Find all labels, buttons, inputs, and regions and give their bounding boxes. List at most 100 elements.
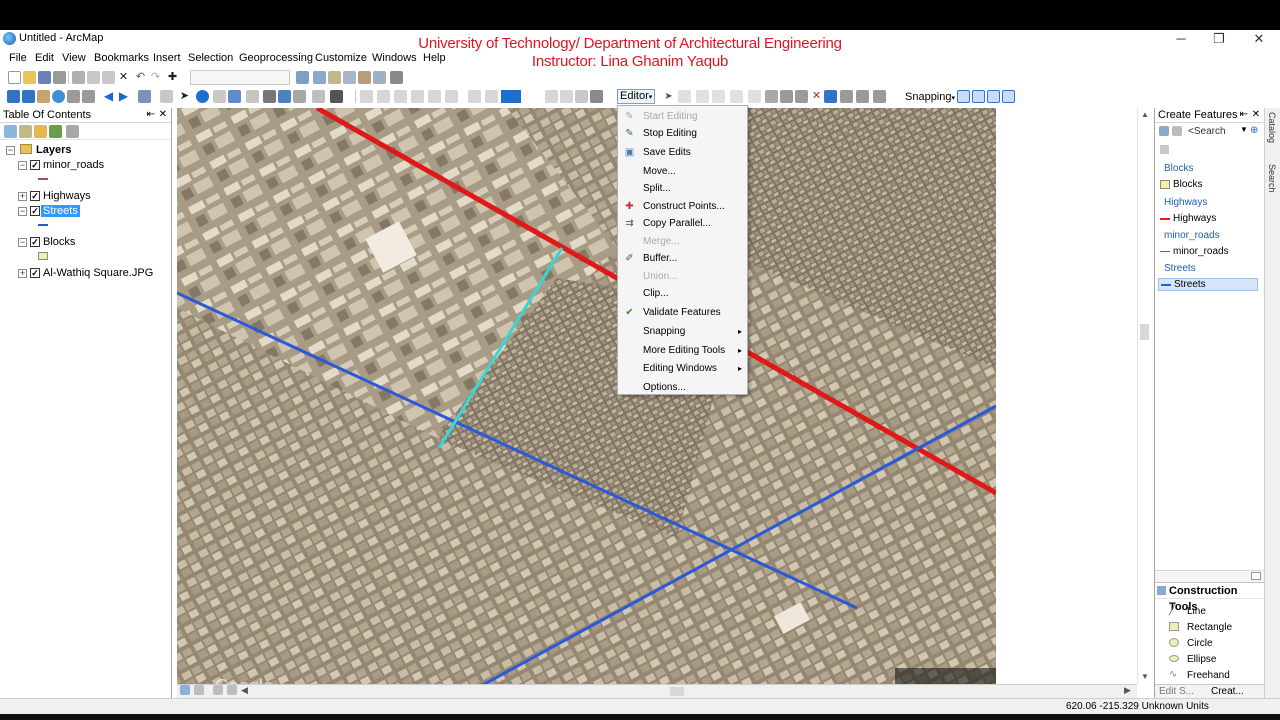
map-view[interactable]: Google (177, 108, 996, 684)
layout-tool-icon[interactable] (445, 90, 458, 103)
scroll-left-icon[interactable]: ◀ (241, 685, 248, 696)
collapse-icon[interactable]: − (18, 161, 27, 170)
hyperlink-icon[interactable] (213, 90, 226, 103)
arctoolbox-icon[interactable] (358, 71, 371, 84)
search-icon[interactable]: ⊕ (1250, 125, 1258, 136)
catalog-window-icon[interactable] (328, 71, 341, 84)
end-snapping-icon[interactable] (972, 90, 985, 103)
editor-menu-item-move[interactable]: Move... (618, 163, 747, 180)
delete-feature-icon[interactable]: ✕ (810, 90, 823, 103)
layer-visibility-checkbox[interactable]: ✓ (30, 191, 40, 201)
editor-menu-item-snapping[interactable]: Snapping ▸ (618, 323, 747, 340)
full-extent-icon[interactable] (52, 90, 65, 103)
collapse-icon[interactable]: − (18, 207, 27, 216)
restore-button[interactable]: ❐ (1200, 30, 1238, 48)
snapping-menu-button[interactable]: Snapping▾ (905, 91, 955, 103)
catalog-tab[interactable]: Catalog (1267, 112, 1277, 143)
template-streets[interactable]: Streets (1158, 278, 1258, 291)
back-extent-icon[interactable]: ◀ (102, 90, 115, 103)
close-button[interactable]: ✕ (1240, 30, 1278, 48)
delete-icon[interactable]: ✕ (117, 71, 130, 84)
paste-icon[interactable] (102, 71, 115, 84)
edit-vertices-icon[interactable] (678, 90, 691, 103)
layer-visibility-checkbox[interactable]: ✓ (30, 237, 40, 247)
layout-tool-icon[interactable] (428, 90, 441, 103)
trace-icon[interactable] (730, 90, 743, 103)
map-horizontal-scrollbar[interactable]: ◀ ▶ (177, 684, 1137, 698)
refresh-icon[interactable] (213, 685, 223, 695)
layer-visibility-checkbox[interactable]: ✓ (30, 206, 40, 216)
editor-menu-button[interactable]: Editor▾ (617, 89, 655, 104)
viewer-icon[interactable] (330, 90, 343, 103)
list-by-drawing-order-icon[interactable] (4, 125, 17, 138)
layout-view-icon[interactable] (194, 685, 204, 695)
map-empty-extent[interactable] (996, 108, 1137, 684)
edit-tool-icon[interactable]: ➤ (662, 90, 675, 103)
go-to-xy-icon[interactable] (293, 90, 306, 103)
split-tool-icon[interactable] (780, 90, 793, 103)
pin-icon[interactable]: ⇤ (147, 108, 155, 122)
save-icon[interactable] (38, 71, 51, 84)
layer-visibility-checkbox[interactable]: ✓ (30, 268, 40, 278)
menu-edit[interactable]: Edit (35, 52, 54, 64)
editor-menu-item-construct-points[interactable]: ✚ Construct Points... (618, 198, 747, 215)
editor-menu-item-save-edits[interactable]: ▣ Save Edits (618, 144, 747, 161)
dropdown-arrow-icon[interactable]: ▼ (1240, 125, 1248, 134)
collapse-icon[interactable]: − (6, 146, 15, 155)
toc-window-icon[interactable] (313, 71, 326, 84)
close-icon[interactable]: ✕ (159, 108, 167, 122)
open-icon[interactable] (23, 71, 36, 84)
editor-menu-item-copy-parallel[interactable]: ⇉ Copy Parallel... (618, 215, 747, 232)
zoom-in-icon[interactable] (7, 90, 20, 103)
editor-extra-icon[interactable] (873, 90, 886, 103)
draw-tool-icon[interactable] (485, 90, 498, 103)
editor-menu-item-clip[interactable]: Clip... (618, 285, 747, 302)
list-by-visibility-icon[interactable] (34, 125, 47, 138)
layout-tool-icon[interactable] (394, 90, 407, 103)
expand-icon[interactable]: + (18, 269, 27, 278)
straight-segment-icon[interactable] (696, 90, 709, 103)
template-search-input[interactable]: <Search (1188, 126, 1226, 137)
menu-help[interactable]: Help (423, 52, 446, 64)
editor-menu-item-stop-editing[interactable]: ✎ Stop Editing (618, 125, 747, 142)
editor-menu-item-split[interactable]: Split... (618, 180, 747, 197)
scroll-right-icon[interactable]: ▶ (1124, 685, 1131, 696)
draw-tool-icon[interactable] (575, 90, 588, 103)
fixed-zoom-in-icon[interactable] (67, 90, 80, 103)
editor-menu-item-editing-windows[interactable]: Editing Windows ▸ (618, 360, 747, 377)
editor-toolbar-icon[interactable] (296, 71, 309, 84)
print-icon[interactable] (53, 71, 66, 84)
editor-menu-item-buffer[interactable]: ✐ Buffer... (618, 250, 747, 267)
close-icon[interactable]: ✕ (1252, 108, 1260, 122)
filter-icon[interactable] (1172, 126, 1182, 136)
expand-icon[interactable]: + (18, 192, 27, 201)
cut-icon[interactable] (72, 71, 85, 84)
tab-create-features[interactable]: Creat... (1211, 686, 1244, 697)
minimize-button[interactable]: ─ (1162, 30, 1200, 48)
menu-windows[interactable]: Windows (372, 52, 417, 64)
scroll-up-icon[interactable]: ▲ (1141, 110, 1149, 119)
organize-templates-icon[interactable] (1159, 126, 1169, 136)
map-vertical-scrollbar[interactable]: ▲ ▼ (1137, 108, 1151, 684)
editor-menu-item-validate-features[interactable]: ✔ Validate Features (618, 304, 747, 321)
edge-snapping-icon[interactable] (1002, 90, 1015, 103)
map-scale-combo[interactable] (190, 70, 290, 85)
toc-options-icon[interactable] (66, 125, 79, 138)
list-by-selection-icon[interactable] (49, 125, 62, 138)
menu-insert[interactable]: Insert (153, 52, 181, 64)
find-route-icon[interactable] (278, 90, 291, 103)
editor-menu-item-options[interactable]: Options... (618, 379, 747, 396)
layout-tool-icon[interactable] (360, 90, 373, 103)
menu-bookmarks[interactable]: Bookmarks (94, 52, 149, 64)
html-popup-icon[interactable] (228, 90, 241, 103)
panel-splitter[interactable] (1155, 570, 1265, 582)
properties-icon[interactable] (1160, 145, 1169, 154)
undo-icon[interactable]: ↶ (134, 71, 147, 84)
time-slider-icon[interactable] (312, 90, 325, 103)
menu-geoprocessing[interactable]: Geoprocessing (239, 52, 313, 64)
select-features-icon[interactable] (138, 90, 151, 103)
add-data-icon[interactable]: ✚ (166, 71, 179, 84)
layout-tool-icon[interactable] (377, 90, 390, 103)
pin-icon[interactable]: ⇤ (1240, 108, 1248, 122)
forward-extent-icon[interactable]: ▶ (117, 90, 130, 103)
